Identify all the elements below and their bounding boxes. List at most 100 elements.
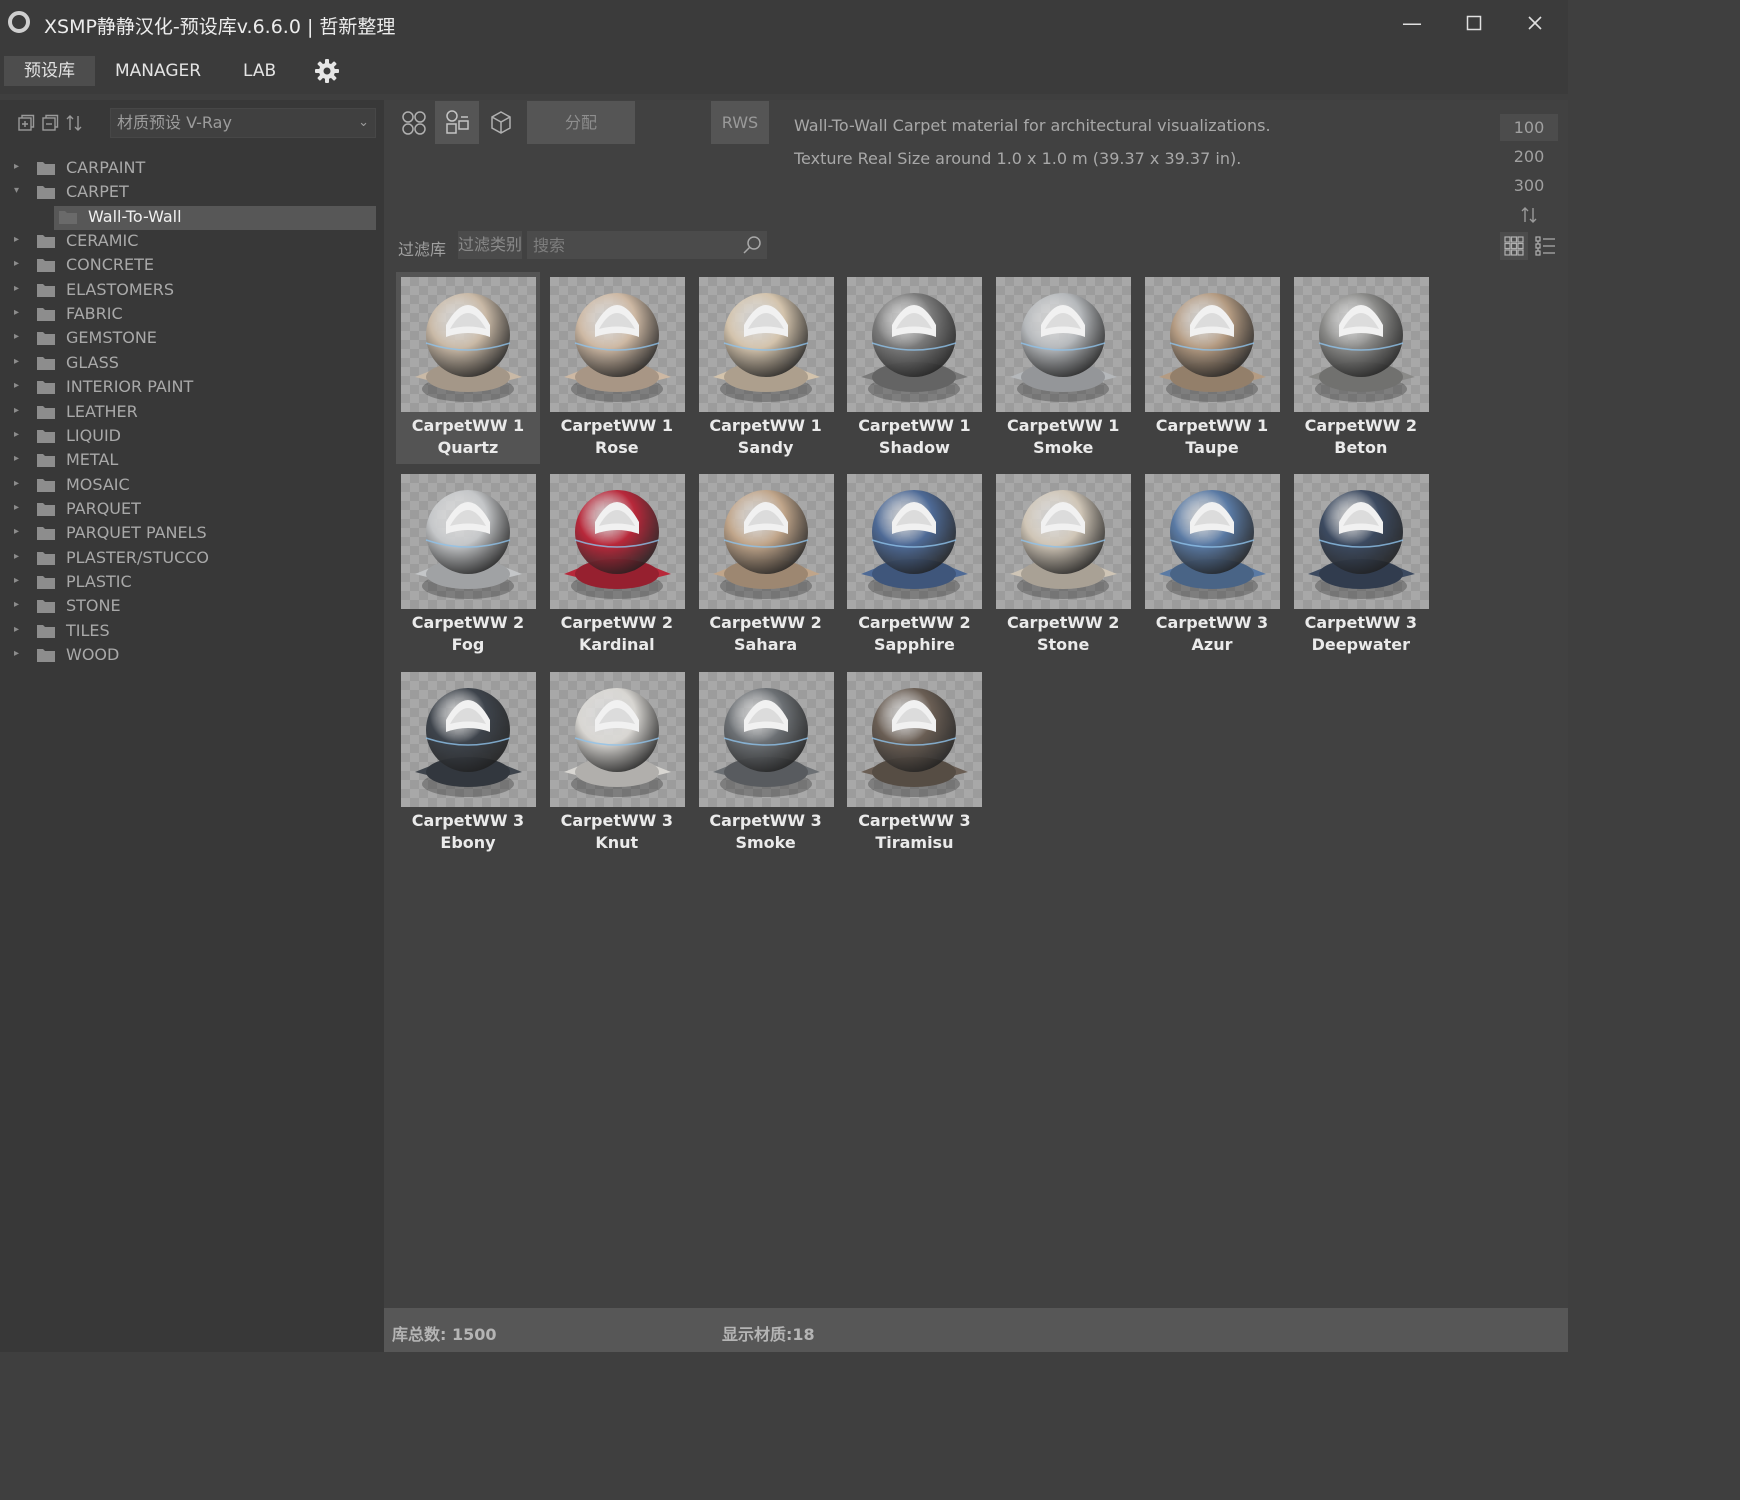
material-preview-thumbnail — [1145, 474, 1280, 610]
tree-item[interactable]: ▸ GLASS — [0, 352, 384, 376]
search-icon[interactable] — [741, 234, 763, 256]
object-preview-button[interactable] — [435, 101, 479, 144]
assign-button[interactable]: 分配 — [527, 101, 635, 144]
material-card[interactable]: CarpetWW 1 Shadow — [842, 272, 986, 464]
material-card[interactable]: CarpetWW 2 Fog — [396, 469, 540, 661]
tree-item[interactable]: ▸ STONE — [0, 595, 384, 619]
tree-item[interactable]: ▸ CONCRETE — [0, 254, 384, 278]
tree-item[interactable]: ▸ PLASTER/STUCCO — [0, 547, 384, 571]
material-card[interactable]: CarpetWW 1 Sandy — [694, 272, 838, 464]
material-preview-thumbnail — [698, 474, 834, 610]
sort-icon[interactable] — [65, 114, 83, 132]
maximize-icon[interactable] — [1457, 8, 1491, 38]
material-card[interactable]: CarpetWW 3 Knut — [545, 667, 689, 859]
tree-item[interactable]: ▸ PLASTIC — [0, 571, 384, 595]
expanded-arrow-icon[interactable]: ▾ — [14, 185, 19, 196]
tree-item[interactable]: ▸ PARQUET — [0, 498, 384, 522]
material-card[interactable]: CarpetWW 2 Stone — [991, 469, 1135, 661]
material-card[interactable]: CarpetWW 2 Kardinal — [545, 469, 689, 661]
collapsed-arrow-icon[interactable]: ▸ — [14, 380, 19, 391]
grid-view-toggle-button[interactable] — [392, 101, 436, 144]
list-layout-button[interactable] — [1532, 232, 1560, 260]
grid-layout-button[interactable] — [1500, 232, 1528, 260]
tree-item-label: LIQUID — [66, 425, 121, 445]
tab-presets[interactable]: 预设库 — [4, 56, 95, 86]
tree-item[interactable]: ▸ LIQUID — [0, 425, 384, 449]
tree-item[interactable]: ▸ FABRIC — [0, 303, 384, 327]
sort-order-icon[interactable] — [1519, 205, 1539, 225]
collapsed-arrow-icon[interactable]: ▸ — [14, 161, 19, 172]
material-name: CarpetWW 2 Kardinal — [545, 612, 689, 656]
material-card[interactable]: CarpetWW 2 Beton — [1289, 272, 1433, 464]
filter-category-dropdown[interactable]: 过滤类别 — [458, 231, 522, 259]
material-card[interactable]: CarpetWW 1 Rose — [545, 272, 689, 464]
material-card[interactable]: CarpetWW 3 Tiramisu — [842, 667, 986, 859]
tree-item[interactable]: ▸ TILES — [0, 620, 384, 644]
material-card[interactable]: CarpetWW 3 Deepwater — [1289, 469, 1433, 661]
tree-item[interactable]: ▸ METAL — [0, 449, 384, 473]
material-card[interactable]: CarpetWW 2 Sahara — [694, 469, 838, 661]
collapsed-arrow-icon[interactable]: ▸ — [14, 551, 19, 562]
thumb-size-200[interactable]: 200 — [1500, 143, 1558, 170]
collapsed-arrow-icon[interactable]: ▸ — [14, 453, 19, 464]
collapsed-arrow-icon[interactable]: ▸ — [14, 648, 19, 659]
tree-item-label: CARPAINT — [66, 158, 146, 177]
tree-item[interactable]: ▸ CERAMIC — [0, 230, 384, 254]
material-card[interactable]: CarpetWW 3 Smoke — [694, 667, 838, 859]
material-name: CarpetWW 3 Deepwater — [1289, 612, 1433, 656]
search-input[interactable] — [527, 231, 749, 259]
collapsed-arrow-icon[interactable]: ▸ — [14, 356, 19, 367]
collapsed-arrow-icon[interactable]: ▸ — [14, 429, 19, 440]
tree-item[interactable]: ▸ PARQUET PANELS — [0, 522, 384, 546]
material-card[interactable]: CarpetWW 1 Quartz — [396, 272, 540, 464]
material-card[interactable]: CarpetWW 2 Sapphire — [842, 469, 986, 661]
material-card[interactable]: CarpetWW 3 Ebony — [396, 667, 540, 859]
minimize-icon[interactable]: — — [1395, 8, 1429, 38]
material-card[interactable]: CarpetWW 1 Smoke — [991, 272, 1135, 464]
gear-icon[interactable] — [314, 58, 340, 84]
expand-all-icon[interactable] — [17, 114, 35, 132]
preset-library-select[interactable]: 材质预设 V-Ray ⌄ — [110, 108, 376, 138]
search-box — [527, 231, 767, 259]
collapsed-arrow-icon[interactable]: ▸ — [14, 575, 19, 586]
tree-item[interactable]: Wall-To-Wall — [0, 205, 384, 230]
collapsed-arrow-icon[interactable]: ▸ — [14, 599, 19, 610]
collapsed-arrow-icon[interactable]: ▸ — [14, 526, 19, 537]
tree-item[interactable]: ▸ WOOD — [0, 644, 384, 668]
collapsed-arrow-icon[interactable]: ▸ — [14, 624, 19, 635]
material-card[interactable]: CarpetWW 1 Taupe — [1140, 272, 1284, 464]
thumb-size-300[interactable]: 300 — [1500, 172, 1558, 199]
material-series: CarpetWW 2 — [1006, 613, 1120, 633]
collapsed-arrow-icon[interactable]: ▸ — [14, 405, 19, 416]
collapsed-arrow-icon[interactable]: ▸ — [14, 502, 19, 513]
close-icon[interactable] — [1518, 8, 1552, 38]
collapsed-arrow-icon[interactable]: ▸ — [14, 307, 19, 318]
material-preview-thumbnail — [847, 474, 983, 610]
rws-button[interactable]: RWS — [711, 101, 769, 144]
collapsed-arrow-icon[interactable]: ▸ — [14, 258, 19, 269]
collapsed-arrow-icon[interactable]: ▸ — [14, 478, 19, 489]
tree-item-label: PARQUET PANELS — [66, 523, 207, 543]
tab-lab[interactable]: LAB — [223, 56, 296, 86]
collapsed-arrow-icon[interactable]: ▸ — [14, 283, 19, 294]
material-series: CarpetWW 1 — [1155, 416, 1269, 435]
tree-item[interactable]: ▸ CARPAINT — [0, 157, 384, 181]
tree-item[interactable]: ▸ LEATHER — [0, 401, 384, 425]
tree-item[interactable]: ▸ MOSAIC — [0, 474, 384, 498]
tree-item[interactable]: ▸ ELASTOMERS — [0, 279, 384, 303]
material-variant: Stone — [1036, 635, 1090, 655]
material-card[interactable]: CarpetWW 3 Azur — [1140, 469, 1284, 661]
tree-item[interactable]: ▸ GEMSTONE — [0, 327, 384, 351]
tree-item[interactable]: ▾ CARPET — [0, 181, 384, 205]
collapsed-arrow-icon[interactable]: ▸ — [14, 234, 19, 245]
collapsed-arrow-icon[interactable]: ▸ — [14, 331, 19, 342]
filter-library-label[interactable]: 过滤库 — [398, 236, 446, 260]
material-preview-thumbnail — [401, 277, 536, 412]
3d-box-button[interactable] — [479, 101, 523, 144]
folder-icon — [37, 502, 55, 516]
material-variant: Kardinal — [578, 635, 655, 655]
tab-manager[interactable]: MANAGER — [95, 56, 221, 86]
collapse-all-icon[interactable] — [41, 114, 59, 132]
thumb-size-100[interactable]: 100 — [1500, 114, 1558, 141]
tree-item[interactable]: ▸ INTERIOR PAINT — [0, 376, 384, 400]
